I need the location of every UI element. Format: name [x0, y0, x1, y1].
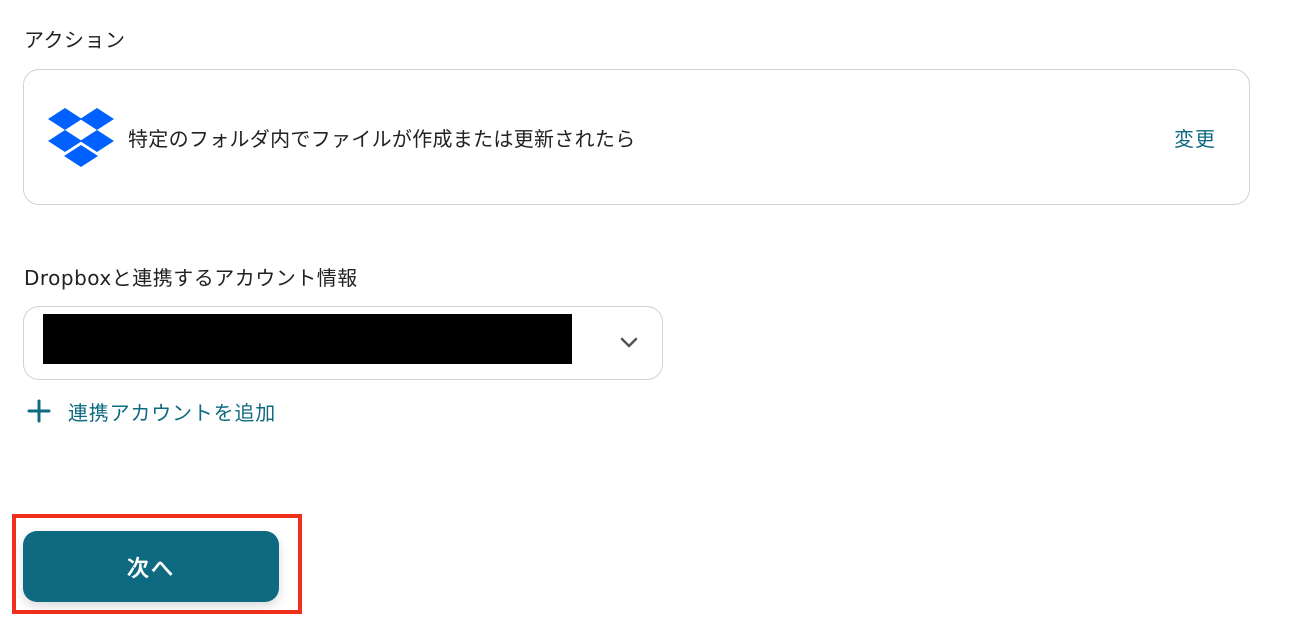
page: アクション 特定のフォルダ内でファイルが作成または更新されたら 変更 Dropb… [0, 0, 1292, 630]
change-action-link[interactable]: 変更 [1174, 123, 1216, 152]
add-account-label: 連携アカウントを追加 [68, 400, 276, 425]
account-select[interactable] [23, 306, 663, 380]
account-section-label: Dropboxと連携するアカウント情報 [24, 266, 358, 290]
dropbox-icon [48, 108, 114, 167]
chevron-down-icon [620, 337, 638, 348]
action-card: 特定のフォルダ内でファイルが作成または更新されたら 変更 [23, 69, 1250, 205]
action-section-label: アクション [24, 28, 126, 52]
trigger-action-text: 特定のフォルダ内でファイルが作成または更新されたら [128, 127, 636, 151]
add-account-link[interactable]: 連携アカウントを追加 [26, 396, 276, 426]
redacted-account-value [43, 314, 572, 364]
plus-icon [27, 399, 51, 423]
next-button[interactable]: 次へ [23, 531, 279, 602]
